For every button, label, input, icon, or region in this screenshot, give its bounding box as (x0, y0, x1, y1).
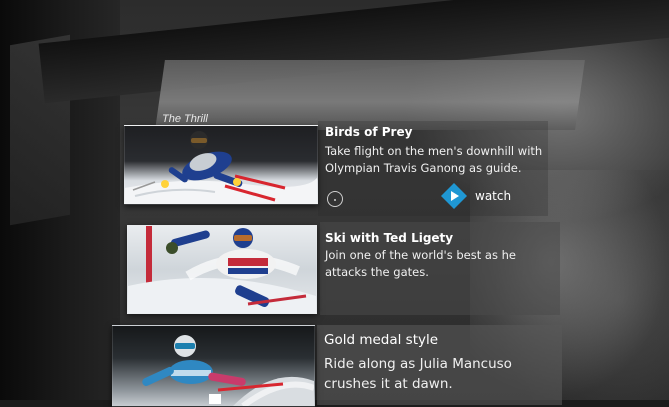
giant-slalom-skier-illustration (128, 226, 316, 313)
downhill-skier-illustration (125, 131, 317, 204)
card-title: Gold medal style (324, 332, 439, 348)
gaze-cursor-icon (327, 191, 343, 207)
female-skier-illustration (142, 335, 314, 406)
play-diamond-icon (441, 183, 467, 209)
video-thumbnail[interactable] (127, 225, 317, 314)
card-description: Ride along as Julia Mancuso crushes it a… (324, 356, 512, 393)
watch-button[interactable]: watch (441, 183, 511, 209)
section-title: The Thrill (162, 113, 208, 125)
watch-label: watch (475, 189, 512, 203)
card-title: Birds of Prey (325, 125, 413, 139)
card-description: Take flight on the men's downhill with O… (325, 144, 543, 175)
video-thumbnail[interactable] (124, 125, 318, 205)
video-thumbnail[interactable] (112, 325, 315, 407)
card-description: Join one of the world's best as he attac… (325, 248, 516, 279)
card-title: Ski with Ted Ligety (325, 231, 454, 245)
video-menu: The Thrill Birds of Prey Take flight on (0, 0, 669, 407)
